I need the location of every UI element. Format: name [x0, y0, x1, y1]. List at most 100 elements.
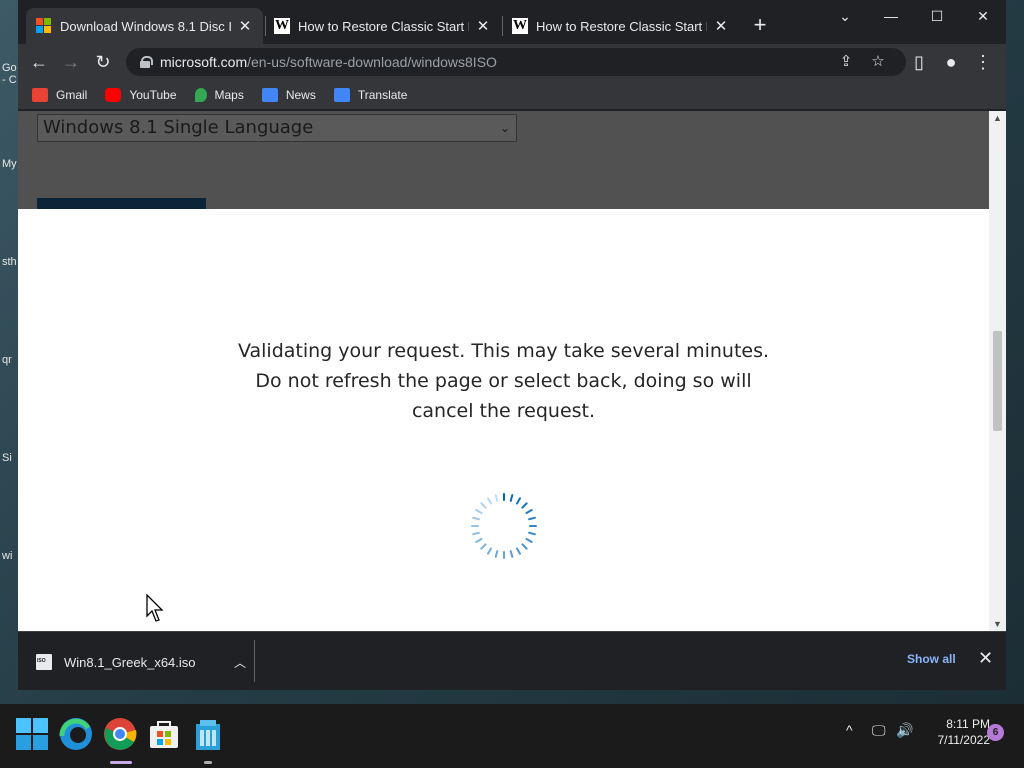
volume-icon[interactable]: 🔊	[896, 722, 913, 739]
share-icon[interactable]: ⇪	[836, 52, 856, 72]
scroll-down-icon[interactable]: ▼	[989, 619, 1006, 629]
profile-icon[interactable]: ●	[938, 49, 964, 75]
tray-chevron-icon[interactable]: ^	[846, 722, 853, 738]
clock-date: 7/11/2022	[937, 733, 991, 747]
tab-download-windows[interactable]: Download Windows 8.1 Disc Ima ✕	[26, 8, 263, 44]
bookmark-youtube[interactable]: YouTube	[105, 87, 177, 102]
tab-strip: Download Windows 8.1 Disc Ima ✕ W How to…	[18, 0, 1006, 44]
spinner-dash	[516, 547, 521, 555]
taskbar: ^ 🖵 🔊 8:11 PM 7/11/2022 6	[0, 704, 1024, 768]
forward-button[interactable]: →	[58, 49, 84, 75]
spinner-dash	[487, 497, 492, 505]
edge-icon[interactable]	[58, 716, 94, 752]
desktop-icon-label[interactable]: wi	[2, 550, 12, 562]
close-window-button[interactable]: ✕	[960, 4, 1006, 28]
back-button[interactable]: ←	[26, 49, 52, 75]
app-icon[interactable]	[190, 716, 226, 752]
page-viewport: Windows 8.1 Single Language ⌄ Validating…	[18, 111, 1006, 631]
minimize-button[interactable]: —	[868, 4, 914, 28]
confirm-button[interactable]	[37, 198, 206, 209]
tab-title: How to Restore Classic Start Men	[536, 18, 707, 34]
notification-badge[interactable]: 6	[987, 724, 1004, 741]
spinner-dash	[475, 509, 483, 514]
desktop-icon-label[interactable]: My	[2, 158, 17, 170]
tab-restore-classic-start-1[interactable]: W How to Restore Classic Start Men ✕	[264, 8, 501, 44]
spinner-dash	[494, 550, 499, 558]
iso-file-icon	[36, 654, 52, 670]
youtube-icon	[105, 87, 122, 102]
download-file-name: Win8.1_Greek_x64.iso	[64, 654, 196, 670]
reload-button[interactable]: ↻	[90, 49, 116, 75]
address-bar[interactable]: microsoft.com/en-us/software-download/wi…	[126, 48, 906, 76]
wikihow-w-icon: W	[512, 18, 528, 34]
network-icon[interactable]: 🖵	[872, 722, 886, 739]
vertical-scrollbar[interactable]: ▲ ▼	[989, 111, 1006, 631]
chrome-icon[interactable]	[102, 716, 138, 752]
spinner-dash	[516, 497, 521, 505]
scrollbar-thumb[interactable]	[993, 331, 1002, 431]
menu-icon[interactable]: ⋮	[970, 49, 996, 75]
spinner-dash	[475, 538, 483, 543]
tab-close-icon[interactable]: ✕	[237, 17, 253, 35]
spinner-dash	[528, 516, 536, 521]
bookmark-star-icon[interactable]: ☆	[868, 52, 888, 72]
bookmark-maps[interactable]: Maps	[194, 87, 244, 102]
desktop-icon-label[interactable]: Si	[2, 452, 12, 464]
desktop-icon-label[interactable]: sth	[2, 256, 17, 268]
download-shelf: Win8.1_Greek_x64.iso ︿ Show all ✕	[18, 631, 1006, 690]
close-downloads-icon[interactable]: ✕	[978, 648, 993, 669]
browser-window: Download Windows 8.1 Disc Ima ✕ W How to…	[18, 0, 1006, 690]
desktop-icon-label[interactable]: - C	[2, 74, 17, 86]
spinner-dash	[487, 547, 492, 555]
side-panel-icon[interactable]: ▯	[906, 49, 932, 75]
tab-title: How to Restore Classic Start Men	[298, 18, 469, 34]
taskbar-clock[interactable]: 8:11 PM 7/11/2022	[920, 716, 991, 748]
bookmark-label: Gmail	[56, 87, 88, 102]
loading-spinner-icon	[471, 493, 537, 559]
message-line: Do not refresh the page or select back, …	[255, 370, 752, 392]
lock-icon[interactable]	[140, 56, 153, 68]
bookmark-news[interactable]: News	[261, 87, 316, 102]
tab-search-icon[interactable]: ⌄	[822, 4, 868, 28]
spinner-dash	[528, 531, 536, 536]
maximize-button[interactable]: ☐	[914, 4, 960, 28]
scroll-up-icon[interactable]: ▲	[989, 113, 1006, 123]
bookmark-label: News	[285, 87, 316, 102]
bookmarks-bar: Gmail YouTube Maps News Translate	[18, 80, 1006, 110]
bookmark-translate[interactable]: Translate	[333, 87, 408, 102]
mouse-cursor-icon	[146, 594, 164, 622]
show-all-link[interactable]: Show all	[907, 652, 956, 666]
bookmark-gmail[interactable]: Gmail	[32, 87, 88, 102]
chevron-up-icon[interactable]: ︿	[234, 654, 246, 671]
windows-start-icon[interactable]	[14, 716, 50, 752]
spinner-dash	[509, 550, 514, 558]
chevron-down-icon: ⌄	[499, 121, 510, 135]
spinner-dash	[509, 494, 514, 502]
maps-icon	[194, 87, 207, 102]
download-separator	[254, 640, 255, 682]
desktop-icon-label[interactable]: Go	[2, 62, 17, 74]
spinner-dash	[521, 502, 528, 509]
spinner-dash	[525, 509, 533, 514]
validation-message: Validating your request. This may take s…	[18, 336, 989, 426]
url-path: /en-us/software-download/windows8ISO	[247, 54, 497, 70]
tab-close-icon[interactable]: ✕	[475, 17, 491, 35]
tab-restore-classic-start-2[interactable]: W How to Restore Classic Start Men ✕	[502, 8, 739, 44]
tab-close-icon[interactable]: ✕	[713, 17, 729, 35]
spinner-dash	[472, 531, 480, 536]
spinner-dash	[480, 502, 487, 509]
microsoft-logo-icon	[36, 18, 52, 34]
new-tab-button[interactable]: +	[748, 14, 772, 38]
desktop-icon-label[interactable]: qr	[2, 354, 12, 366]
edition-select[interactable]: Windows 8.1 Single Language ⌄	[37, 114, 517, 142]
download-item[interactable]: Win8.1_Greek_x64.iso ︿	[36, 650, 246, 674]
dimmed-overlay: Windows 8.1 Single Language ⌄	[18, 111, 989, 209]
spinner-dash	[525, 538, 533, 543]
browser-toolbar: ← → ↻ microsoft.com/en-us/software-downl…	[18, 44, 1006, 80]
bookmark-label: Translate	[357, 87, 408, 102]
message-line: cancel the request.	[411, 400, 596, 422]
translate-icon	[333, 87, 350, 102]
store-icon[interactable]	[146, 716, 182, 752]
spinner-dash	[472, 516, 480, 521]
spinner-dash	[494, 494, 499, 502]
